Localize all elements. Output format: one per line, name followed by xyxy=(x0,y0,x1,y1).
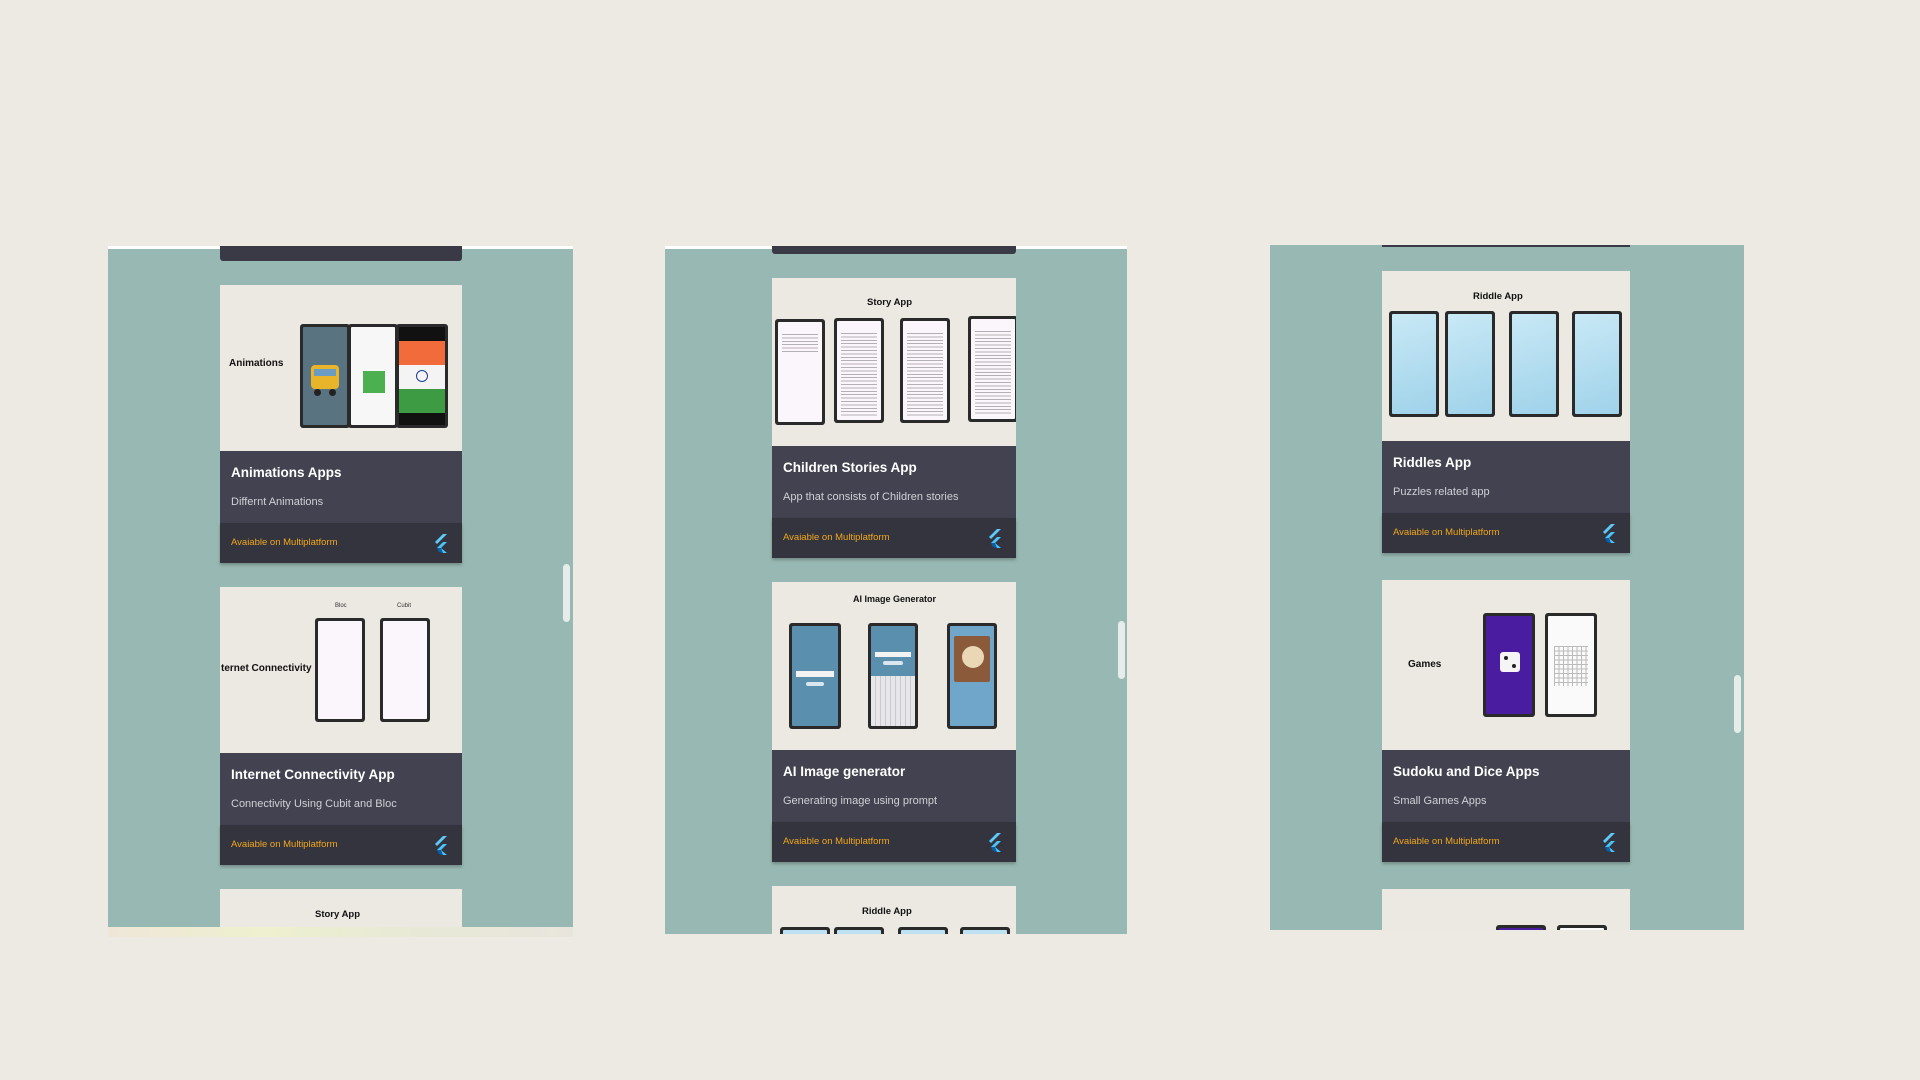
project-card-animations[interactable]: Animations Animations Apps Differnt Anim… xyxy=(220,285,462,563)
card-description: Differnt Animations xyxy=(231,496,324,508)
browser-bottom-strip xyxy=(108,927,573,937)
availability-link[interactable]: Avaiable on Multiplatform xyxy=(231,537,338,548)
project-panel-3: Riddle App Riddles App Puzzles related a… xyxy=(1270,245,1744,930)
availability-link[interactable]: Avaiable on Multiplatform xyxy=(231,839,338,850)
project-card-story-partial[interactable]: Story App xyxy=(220,889,462,927)
availability-link[interactable]: Avaiable on Multiplatform xyxy=(1393,836,1500,847)
project-panel-2: Story App Children Stories App App that … xyxy=(665,246,1127,934)
phone-mockup xyxy=(1496,925,1546,930)
project-card-ai-image-generator[interactable]: AI Image Generator AI Image generator Ge… xyxy=(772,582,1016,862)
card-info: Animations Apps Differnt Animations xyxy=(220,451,462,523)
phone-mockup xyxy=(968,316,1016,422)
card-screenshot: Games xyxy=(1382,580,1630,750)
phone-mockup xyxy=(947,623,997,729)
screenshot-title: Animations xyxy=(229,358,284,369)
scrollbar-thumb[interactable] xyxy=(1734,675,1741,733)
card-title: Children Stories App xyxy=(783,460,917,475)
card-description: Generating image using prompt xyxy=(783,795,938,807)
card-title: Riddles App xyxy=(1393,455,1472,470)
card-footer: Avaiable on Multiplatform xyxy=(1382,822,1630,862)
card-info: Sudoku and Dice Apps Small Games Apps xyxy=(1382,750,1630,822)
card-screenshot: AI Image Generator xyxy=(772,582,1016,750)
card-title: Internet Connectivity App xyxy=(231,767,395,782)
card-footer: Avaiable on Multiplatform xyxy=(1382,513,1630,553)
project-card-sudoku-dice[interactable]: Games Sudoku and Dice Apps Small Games A… xyxy=(1382,580,1630,862)
card-info: Riddles App Puzzles related app xyxy=(1382,441,1630,513)
phone-mockup xyxy=(380,618,430,722)
phone-mockup xyxy=(1545,613,1597,717)
card-footer: Avaiable on Multiplatform xyxy=(772,822,1016,862)
card-screenshot: Story App xyxy=(772,278,1016,446)
screenshot-title: ternet Connectivity xyxy=(221,663,312,674)
phone-mockup xyxy=(1483,613,1535,717)
phone-mockup xyxy=(898,927,948,934)
scrollbar-thumb[interactable] xyxy=(1118,621,1125,679)
phone-mockup xyxy=(1445,311,1495,417)
screenshot-title: Riddle App xyxy=(1473,291,1523,302)
phone-mockup xyxy=(1509,311,1559,417)
flutter-icon[interactable] xyxy=(986,528,1004,548)
phone-mockup xyxy=(396,324,448,428)
bloc-label: Bloc xyxy=(335,603,347,609)
scrollbar-thumb[interactable] xyxy=(563,564,570,622)
card-footer: Avaiable on Multiplatform xyxy=(220,825,462,865)
project-card-partial[interactable] xyxy=(1382,889,1630,930)
card-description: Connectivity Using Cubit and Bloc xyxy=(231,798,397,810)
card-info: Children Stories App App that consists o… xyxy=(772,446,1016,518)
phone-mockup xyxy=(960,927,1010,934)
phone-mockup xyxy=(1557,925,1607,930)
card-title: AI Image generator xyxy=(783,764,906,779)
card-footer: Avaiable on Multiplatform xyxy=(772,518,1016,558)
flutter-icon[interactable] xyxy=(986,832,1004,852)
card-info: AI Image generator Generating image usin… xyxy=(772,750,1016,822)
card-title: Sudoku and Dice Apps xyxy=(1393,764,1540,779)
availability-link[interactable]: Avaiable on Multiplatform xyxy=(783,532,890,543)
phone-mockup xyxy=(900,318,950,423)
card-title: Animations Apps xyxy=(231,465,342,480)
project-card-riddles[interactable]: Riddle App Riddles App Puzzles related a… xyxy=(1382,271,1630,553)
project-card-internet-connectivity[interactable]: ternet Connectivity Bloc Cubit Internet … xyxy=(220,587,462,865)
phone-mockup xyxy=(1389,311,1439,417)
project-card-riddle-partial[interactable]: Riddle App xyxy=(772,886,1016,934)
card-description: Small Games Apps xyxy=(1393,795,1487,807)
previous-card-footer xyxy=(220,246,462,261)
phone-mockup xyxy=(834,927,884,934)
availability-link[interactable]: Avaiable on Multiplatform xyxy=(1393,527,1500,538)
flutter-icon[interactable] xyxy=(432,835,450,855)
card-screenshot: ternet Connectivity Bloc Cubit xyxy=(220,587,462,753)
card-description: App that consists of Children stories xyxy=(783,491,959,503)
screenshot-title: Story App xyxy=(867,297,913,308)
availability-link[interactable]: Avaiable on Multiplatform xyxy=(783,836,890,847)
flutter-icon[interactable] xyxy=(1600,523,1618,543)
flutter-icon[interactable] xyxy=(1600,832,1618,852)
screenshot-title: AI Image Generator xyxy=(853,594,937,604)
screenshot-title: Riddle App xyxy=(862,906,912,917)
previous-card-footer xyxy=(772,246,1016,254)
phone-mockup xyxy=(315,618,365,722)
screenshot-title: Games xyxy=(1408,659,1442,670)
card-footer: Avaiable on Multiplatform xyxy=(220,523,462,563)
project-panel-1: Animations Animations Apps Differnt Anim… xyxy=(108,246,573,927)
card-screenshot xyxy=(1382,889,1630,930)
phone-mockup xyxy=(834,318,884,423)
card-info: Internet Connectivity App Connectivity U… xyxy=(220,753,462,825)
phone-mockup xyxy=(775,319,825,425)
phone-mockup xyxy=(300,324,350,428)
previous-card-footer xyxy=(1382,245,1630,247)
card-screenshot: Riddle App xyxy=(1382,271,1630,441)
flutter-icon[interactable] xyxy=(432,533,450,553)
card-screenshot: Animations xyxy=(220,285,462,451)
phone-mockup xyxy=(780,927,830,934)
card-description: Puzzles related app xyxy=(1393,486,1490,498)
project-card-children-stories[interactable]: Story App Children Stories App App that … xyxy=(772,278,1016,558)
phone-mockup xyxy=(1572,311,1622,417)
cubit-label: Cubit xyxy=(397,603,412,609)
screenshot-title: Story App xyxy=(315,909,361,920)
card-screenshot: Story App xyxy=(220,889,462,927)
card-screenshot: Riddle App xyxy=(772,886,1016,934)
phone-mockup xyxy=(348,324,398,428)
phone-mockup xyxy=(868,623,918,729)
phone-mockup xyxy=(789,623,841,729)
